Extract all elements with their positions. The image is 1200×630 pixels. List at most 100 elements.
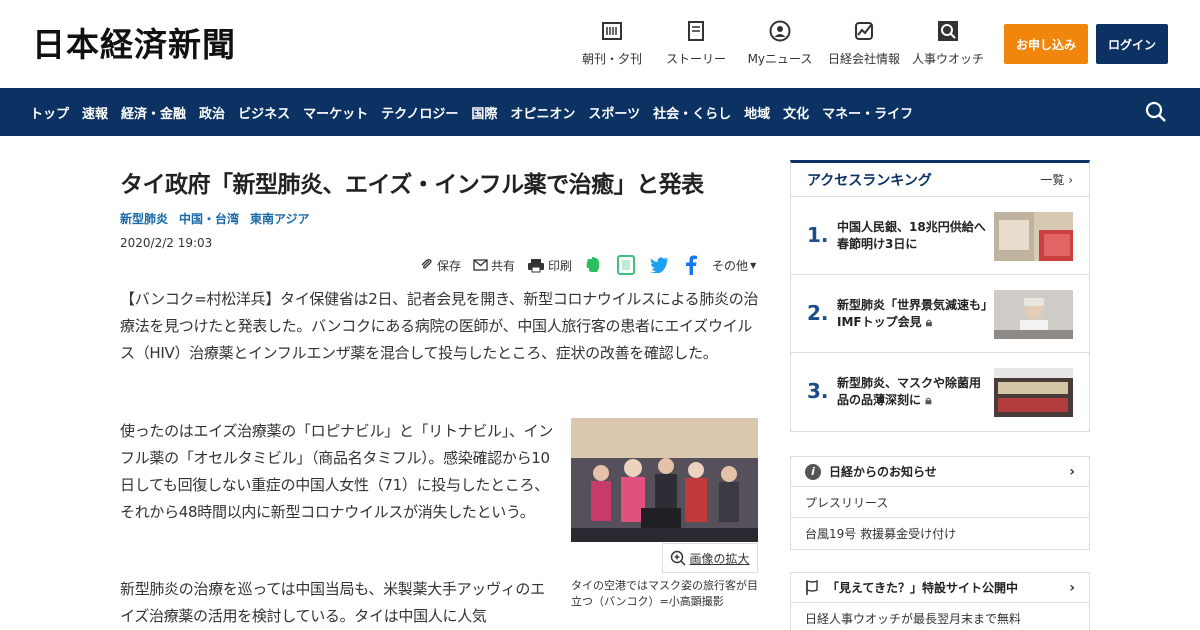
tag-link[interactable]: 新型肺炎 <box>120 210 168 227</box>
rank-text: 新型肺炎「世界景気減速も」 IMFトップ会見 🔒︎ <box>837 298 1000 329</box>
nav-item-region[interactable]: 地域 <box>744 103 770 122</box>
zoom-label: 画像の拡大 <box>689 551 750 566</box>
header-link-label: 日経会社情報 <box>827 52 900 66</box>
article: タイ政府「新型肺炎、エイズ・インフル薬で治癒」と発表 新型肺炎 中国・台湾 東南… <box>120 160 760 625</box>
nav-item-business[interactable]: ビジネス <box>238 103 290 122</box>
header-link-mynews[interactable]: Myニュース <box>738 20 822 67</box>
paperclip-icon <box>421 259 432 269</box>
login-button[interactable]: ログイン <box>1096 24 1168 64</box>
nav-item-politics[interactable]: 政治 <box>199 103 225 122</box>
nav-item-sports[interactable]: スポーツ <box>588 103 640 122</box>
nav-item-culture[interactable]: 文化 <box>783 103 809 122</box>
evernote-icon <box>586 257 600 272</box>
zoom-image-button[interactable]: 画像の拡大 <box>662 543 758 573</box>
airport-photo-illustration <box>571 418 758 542</box>
zoom-in-icon <box>671 550 686 566</box>
ranking-more-link[interactable]: 一覧 › <box>1040 171 1073 188</box>
chevron-right-icon: › <box>1069 579 1075 596</box>
info-icon: i <box>805 463 821 480</box>
header-link-label: ストーリー <box>665 52 726 66</box>
nav-item-money[interactable]: マネー・ライフ <box>822 103 913 122</box>
tag-link[interactable]: 東南アジア <box>250 210 310 227</box>
printer-icon <box>528 258 545 272</box>
notice-row[interactable]: プレスリリース <box>791 487 1089 518</box>
ranking-item[interactable]: 3. 新型肺炎、マスクや除菌用品の品薄深刻に 🔒︎ <box>791 353 1089 431</box>
notice-row[interactable]: 台風19号 救援募金受け付け <box>791 518 1089 549</box>
rank-number: 1. <box>807 223 829 247</box>
apply-button[interactable]: お申し込み <box>1004 24 1088 64</box>
evernote-button[interactable] <box>584 256 605 274</box>
article-date: 2020/2/2 19:03 <box>120 236 213 250</box>
nav-list: トップ 速報 経済・金融 政治 ビジネス マーケット テクノロジー 国際 オピニ… <box>30 88 926 136</box>
ranking-item[interactable]: 2. 新型肺炎「世界景気減速も」 IMFトップ会見 🔒︎ <box>791 275 1089 353</box>
article-paragraph: 【バンコク=村松洋兵】タイ保健省は2日、記者会見を開き、新型コロナウイルスによる… <box>120 290 759 362</box>
article-tags: 新型肺炎 中国・台湾 東南アジア <box>120 210 760 227</box>
flag-icon <box>805 579 819 596</box>
special-box: 「見えてきた？」特設サイト公開中 › 日経人事ウオッチが最長翌月末まで無料 <box>790 572 1090 630</box>
facebook-button[interactable] <box>685 255 700 275</box>
note-button[interactable] <box>617 255 638 275</box>
ranking-title: アクセスランキング <box>807 172 932 189</box>
nav-item-opinion[interactable]: オピニオン <box>510 103 575 122</box>
article-photo[interactable] <box>571 418 758 542</box>
search-icon[interactable] <box>1144 100 1168 124</box>
print-button[interactable]: 印刷 <box>527 257 572 274</box>
nav-item-society[interactable]: 社会・くらし <box>653 103 731 122</box>
rank-text: 新型肺炎、マスクや除菌用品の品薄深刻に 🔒︎ <box>837 376 982 407</box>
article-title: タイ政府「新型肺炎、エイズ・インフル薬で治癒」と発表 <box>120 172 704 198</box>
other-label: その他 <box>712 258 749 273</box>
header-link-jinji[interactable]: 人事ウオッチ <box>906 20 990 67</box>
lock-icon: 🔒︎ <box>925 393 932 407</box>
caret-down-icon: ▼ <box>750 260 757 270</box>
ranking-thumbnail <box>994 212 1073 261</box>
ranking-thumbnail <box>994 290 1073 339</box>
rank-number: 3. <box>807 379 829 403</box>
ranking-header: アクセスランキング 一覧 › <box>791 163 1089 197</box>
article-paragraph: 使ったのはエイズ治療薬の「ロピナビル」と「リトナビル」、インフル薬の「オセルタミ… <box>120 422 554 521</box>
header-link-company[interactable]: 日経会社情報 <box>822 20 906 67</box>
save-button[interactable]: 保存 <box>420 257 461 274</box>
site-logo[interactable]: 日本経済新聞 <box>32 26 236 64</box>
notice-title: 日経からのお知らせ <box>829 465 937 479</box>
header-link-label: 人事ウオッチ <box>911 52 984 66</box>
nav-item-breaking[interactable]: 速報 <box>82 103 108 122</box>
share-label: 共有 <box>491 258 516 273</box>
main-nav: トップ 速報 経済・金融 政治 ビジネス マーケット テクノロジー 国際 オピニ… <box>0 88 1200 136</box>
ranking-item[interactable]: 1. 中国人民銀、18兆円供給へ 春節明け3日に <box>791 197 1089 275</box>
other-menu[interactable]: その他 ▼ <box>712 257 756 274</box>
twitter-button[interactable] <box>650 257 673 273</box>
photo-caption: タイの空港ではマスク姿の旅行客が目立つ（バンコク）=小高顕撮影 <box>571 579 758 608</box>
nav-item-international[interactable]: 国際 <box>471 103 497 122</box>
save-label: 保存 <box>437 258 462 273</box>
site-header: 日本経済新聞 朝刊・夕刊 ストーリー Myニュース 日経会社情報 人事ウオッチ … <box>0 0 1200 88</box>
chart-icon <box>855 22 873 40</box>
print-label: 印刷 <box>548 258 573 273</box>
header-link-story[interactable]: ストーリー <box>654 20 738 67</box>
ranking-thumbnail <box>994 368 1073 417</box>
newspaper-icon <box>602 22 622 40</box>
chevron-right-icon: › <box>1068 173 1073 187</box>
share-button[interactable]: 共有 <box>473 257 515 274</box>
search-person-icon <box>938 21 958 41</box>
chevron-right-icon: › <box>1069 463 1075 480</box>
nav-item-technology[interactable]: テクノロジー <box>381 103 458 122</box>
facebook-icon <box>686 255 698 275</box>
article-tools: 保存 共有 印刷 その他 ▼ <box>420 255 768 275</box>
special-header[interactable]: 「見えてきた？」特設サイト公開中 › <box>791 573 1089 603</box>
header-link-paper[interactable]: 朝刊・夕刊 <box>570 20 654 67</box>
bookmark-icon <box>688 21 704 41</box>
nav-item-economy[interactable]: 経済・金融 <box>121 103 186 122</box>
user-icon <box>769 20 791 42</box>
nav-item-market[interactable]: マーケット <box>303 103 368 122</box>
special-title: 「見えてきた？」特設サイト公開中 <box>827 581 1019 595</box>
ranking-box: アクセスランキング 一覧 › 1. 中国人民銀、18兆円供給へ 春節明け3日に … <box>790 160 1090 432</box>
mail-icon <box>473 259 488 271</box>
special-row[interactable]: 日経人事ウオッチが最長翌月末まで無料 <box>791 603 1089 630</box>
notice-header[interactable]: i 日経からのお知らせ › <box>791 457 1089 487</box>
header-link-label: 朝刊・夕刊 <box>581 52 642 66</box>
lock-icon: 🔒︎ <box>925 315 933 329</box>
note-icon <box>617 255 636 275</box>
sidebar: アクセスランキング 一覧 › 1. 中国人民銀、18兆円供給へ 春節明け3日に … <box>790 160 1090 630</box>
tag-link[interactable]: 中国・台湾 <box>179 210 239 227</box>
nav-item-top[interactable]: トップ <box>30 103 69 122</box>
